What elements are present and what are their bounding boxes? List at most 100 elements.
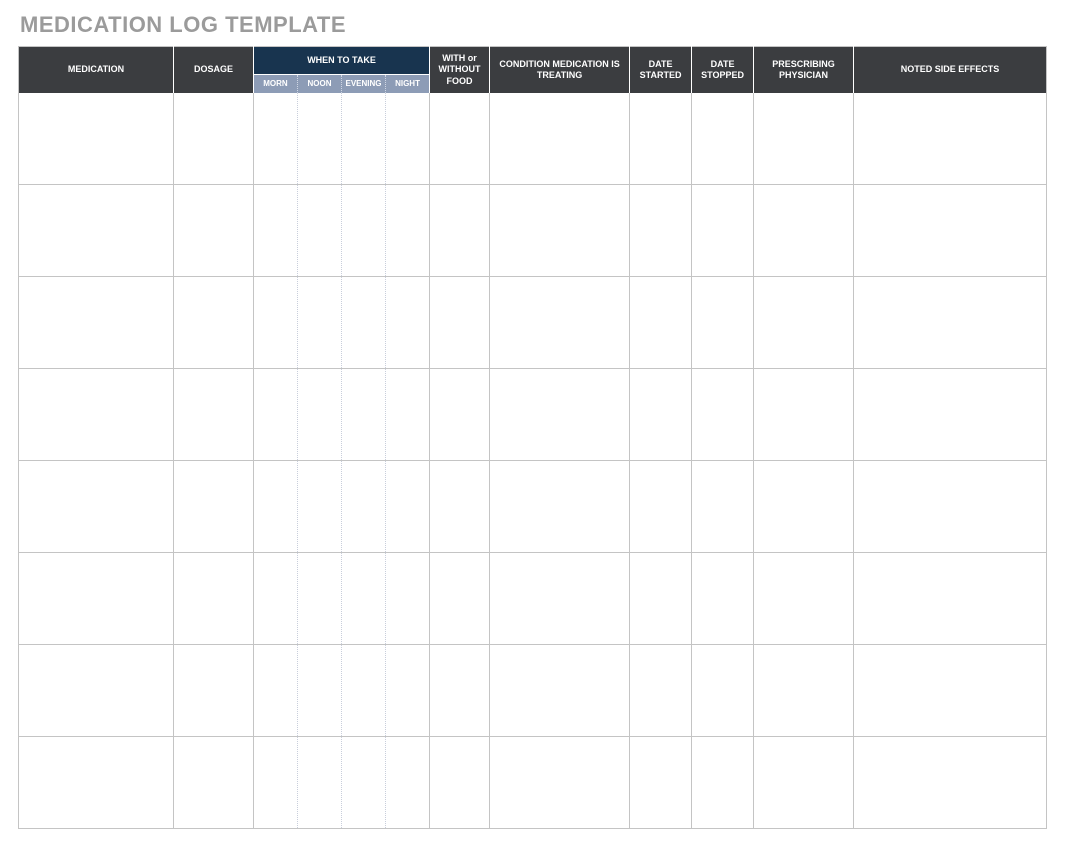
cell-condition[interactable] <box>490 185 630 277</box>
cell-condition[interactable] <box>490 553 630 645</box>
cell-dosage[interactable] <box>174 645 254 737</box>
cell-evening[interactable] <box>342 553 386 645</box>
cell-evening[interactable] <box>342 645 386 737</box>
cell-condition[interactable] <box>490 369 630 461</box>
cell-side_effects[interactable] <box>854 93 1047 185</box>
cell-night[interactable] <box>386 93 430 185</box>
cell-side_effects[interactable] <box>854 737 1047 829</box>
cell-food[interactable] <box>430 277 490 369</box>
cell-side_effects[interactable] <box>854 369 1047 461</box>
cell-noon[interactable] <box>298 461 342 553</box>
cell-food[interactable] <box>430 553 490 645</box>
cell-side_effects[interactable] <box>854 277 1047 369</box>
cell-food[interactable] <box>430 185 490 277</box>
cell-food[interactable] <box>430 737 490 829</box>
cell-date_stopped[interactable] <box>692 93 754 185</box>
cell-medication[interactable] <box>19 93 174 185</box>
cell-evening[interactable] <box>342 277 386 369</box>
cell-dosage[interactable] <box>174 461 254 553</box>
cell-night[interactable] <box>386 369 430 461</box>
cell-physician[interactable] <box>754 645 854 737</box>
cell-side_effects[interactable] <box>854 185 1047 277</box>
cell-medication[interactable] <box>19 277 174 369</box>
cell-condition[interactable] <box>490 93 630 185</box>
cell-morn[interactable] <box>254 461 298 553</box>
cell-condition[interactable] <box>490 737 630 829</box>
cell-physician[interactable] <box>754 737 854 829</box>
cell-night[interactable] <box>386 645 430 737</box>
cell-date_started[interactable] <box>630 369 692 461</box>
cell-medication[interactable] <box>19 553 174 645</box>
col-header-when-to-take: WHEN TO TAKE <box>254 47 430 75</box>
cell-date_started[interactable] <box>630 93 692 185</box>
cell-medication[interactable] <box>19 185 174 277</box>
cell-date_started[interactable] <box>630 185 692 277</box>
cell-date_started[interactable] <box>630 737 692 829</box>
cell-medication[interactable] <box>19 461 174 553</box>
cell-morn[interactable] <box>254 737 298 829</box>
cell-dosage[interactable] <box>174 369 254 461</box>
cell-food[interactable] <box>430 461 490 553</box>
cell-food[interactable] <box>430 369 490 461</box>
cell-medication[interactable] <box>19 645 174 737</box>
cell-noon[interactable] <box>298 737 342 829</box>
cell-food[interactable] <box>430 93 490 185</box>
cell-condition[interactable] <box>490 277 630 369</box>
cell-morn[interactable] <box>254 185 298 277</box>
cell-noon[interactable] <box>298 553 342 645</box>
cell-date_stopped[interactable] <box>692 645 754 737</box>
cell-date_started[interactable] <box>630 461 692 553</box>
cell-night[interactable] <box>386 737 430 829</box>
cell-date_stopped[interactable] <box>692 737 754 829</box>
cell-noon[interactable] <box>298 185 342 277</box>
cell-date_stopped[interactable] <box>692 277 754 369</box>
cell-physician[interactable] <box>754 369 854 461</box>
cell-physician[interactable] <box>754 461 854 553</box>
col-subheader-morn: MORN <box>254 74 298 93</box>
cell-evening[interactable] <box>342 369 386 461</box>
cell-food[interactable] <box>430 645 490 737</box>
cell-dosage[interactable] <box>174 553 254 645</box>
cell-date_stopped[interactable] <box>692 461 754 553</box>
cell-morn[interactable] <box>254 553 298 645</box>
cell-noon[interactable] <box>298 369 342 461</box>
cell-noon[interactable] <box>298 93 342 185</box>
cell-date_stopped[interactable] <box>692 369 754 461</box>
cell-dosage[interactable] <box>174 185 254 277</box>
table-row <box>19 277 1047 369</box>
cell-date_started[interactable] <box>630 645 692 737</box>
cell-night[interactable] <box>386 461 430 553</box>
cell-evening[interactable] <box>342 737 386 829</box>
cell-dosage[interactable] <box>174 277 254 369</box>
cell-night[interactable] <box>386 553 430 645</box>
cell-date_stopped[interactable] <box>692 185 754 277</box>
cell-night[interactable] <box>386 277 430 369</box>
cell-dosage[interactable] <box>174 93 254 185</box>
cell-condition[interactable] <box>490 461 630 553</box>
cell-physician[interactable] <box>754 185 854 277</box>
cell-evening[interactable] <box>342 461 386 553</box>
cell-side_effects[interactable] <box>854 553 1047 645</box>
cell-morn[interactable] <box>254 645 298 737</box>
cell-morn[interactable] <box>254 277 298 369</box>
cell-medication[interactable] <box>19 369 174 461</box>
cell-physician[interactable] <box>754 553 854 645</box>
cell-dosage[interactable] <box>174 737 254 829</box>
cell-evening[interactable] <box>342 185 386 277</box>
cell-condition[interactable] <box>490 645 630 737</box>
cell-evening[interactable] <box>342 93 386 185</box>
cell-night[interactable] <box>386 185 430 277</box>
cell-physician[interactable] <box>754 277 854 369</box>
cell-morn[interactable] <box>254 93 298 185</box>
cell-side_effects[interactable] <box>854 461 1047 553</box>
cell-date_stopped[interactable] <box>692 553 754 645</box>
cell-morn[interactable] <box>254 369 298 461</box>
cell-side_effects[interactable] <box>854 645 1047 737</box>
col-header-medication: MEDICATION <box>19 47 174 93</box>
cell-noon[interactable] <box>298 645 342 737</box>
cell-date_started[interactable] <box>630 553 692 645</box>
cell-medication[interactable] <box>19 737 174 829</box>
cell-date_started[interactable] <box>630 277 692 369</box>
cell-physician[interactable] <box>754 93 854 185</box>
cell-noon[interactable] <box>298 277 342 369</box>
